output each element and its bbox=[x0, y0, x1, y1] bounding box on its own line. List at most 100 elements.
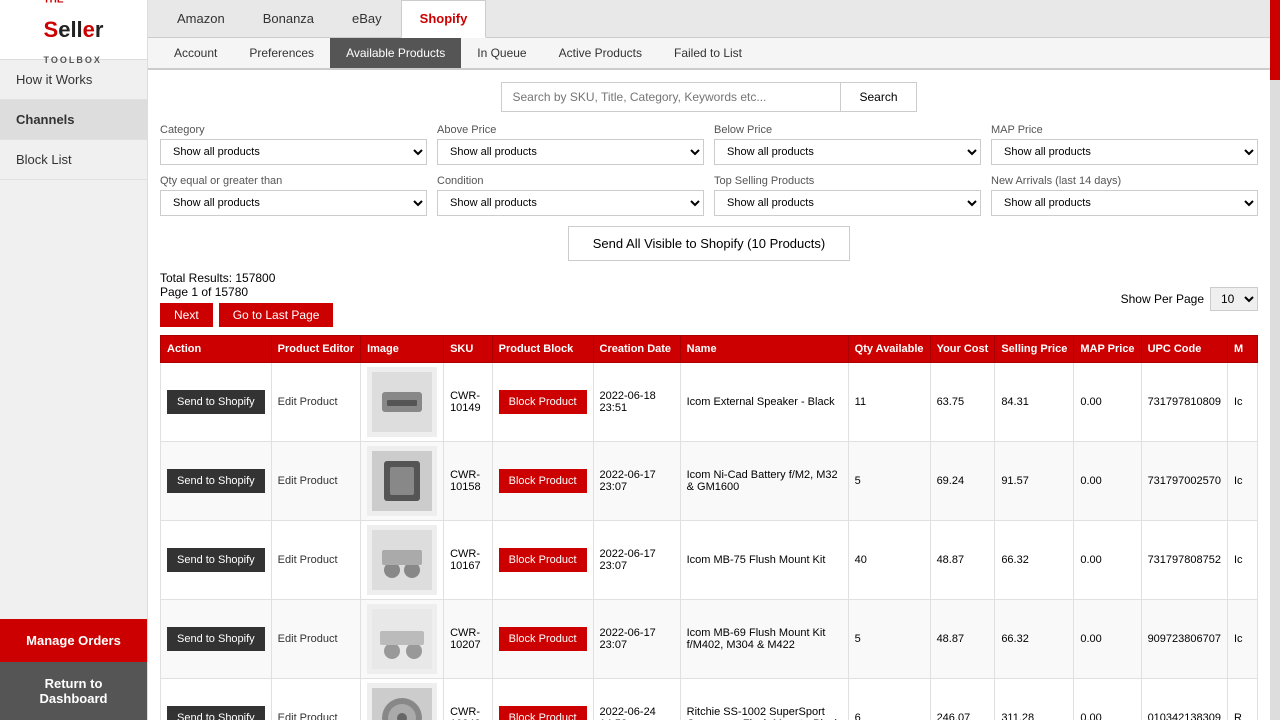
image-cell bbox=[361, 442, 444, 521]
block-cell: Block Product bbox=[492, 442, 593, 521]
sidebar-item-channels[interactable]: Channels bbox=[0, 100, 147, 140]
send-to-shopify-button[interactable]: Send to Shopify bbox=[167, 469, 265, 493]
selling-price-cell: 84.31 bbox=[995, 363, 1074, 442]
search-input[interactable] bbox=[501, 82, 841, 112]
block-product-button[interactable]: Block Product bbox=[499, 627, 587, 651]
filter-new-arrivals-select[interactable]: Show all products bbox=[991, 190, 1258, 216]
your-cost-cell: 69.24 bbox=[930, 442, 995, 521]
filter-map-price-select[interactable]: Show all products bbox=[991, 139, 1258, 165]
sku-cell: CWR-10158 bbox=[444, 442, 493, 521]
product-image bbox=[367, 683, 437, 720]
sub-tab-preferences[interactable]: Preferences bbox=[233, 38, 330, 68]
map-price-cell: 0.00 bbox=[1074, 600, 1141, 679]
tab-bonanza[interactable]: Bonanza bbox=[244, 0, 333, 37]
extra-cell: Ic bbox=[1228, 600, 1258, 679]
search-button[interactable]: Search bbox=[841, 82, 916, 112]
upc-code-cell: 909723806707 bbox=[1141, 600, 1227, 679]
sidebar-nav: How it Works Channels Block List bbox=[0, 60, 147, 619]
filter-top-selling-label: Top Selling Products bbox=[714, 175, 981, 187]
filter-above-price-select[interactable]: Show all products bbox=[437, 139, 704, 165]
map-price-cell: 0.00 bbox=[1074, 442, 1141, 521]
block-cell: Block Product bbox=[492, 363, 593, 442]
edit-product-link[interactable]: Edit Product bbox=[278, 712, 338, 720]
col-product-editor: Product Editor bbox=[271, 336, 360, 363]
table-header-row: Action Product Editor Image SKU Product … bbox=[161, 336, 1258, 363]
block-product-button[interactable]: Block Product bbox=[499, 706, 587, 720]
sidebar-item-block-list[interactable]: Block List bbox=[0, 140, 147, 180]
sub-tab-available-products[interactable]: Available Products bbox=[330, 38, 461, 68]
per-page-select[interactable]: 10 bbox=[1210, 287, 1258, 311]
table-row: Send to Shopify Edit Product CWR-10342 B… bbox=[161, 679, 1258, 720]
filter-category-label: Category bbox=[160, 124, 427, 136]
send-all-area: Send All Visible to Shopify (10 Products… bbox=[160, 226, 1258, 261]
creation-date-cell: 2022-06-17 23:07 bbox=[593, 442, 680, 521]
filter-qty-select[interactable]: Show all products bbox=[160, 190, 427, 216]
extra-cell: Ic bbox=[1228, 363, 1258, 442]
block-product-button[interactable]: Block Product bbox=[499, 390, 587, 414]
sub-tab-in-queue[interactable]: In Queue bbox=[461, 38, 542, 68]
your-cost-cell: 246.07 bbox=[930, 679, 995, 720]
creation-date-cell: 2022-06-17 23:07 bbox=[593, 600, 680, 679]
sub-tabs: Account Preferences Available Products I… bbox=[148, 38, 1270, 70]
sidebar: THE Seller TOOLBOX How it Works Channels… bbox=[0, 0, 148, 720]
edit-product-link[interactable]: Edit Product bbox=[278, 396, 338, 408]
send-to-shopify-button[interactable]: Send to Shopify bbox=[167, 390, 265, 414]
next-button[interactable]: Next bbox=[160, 303, 213, 327]
sku-cell: CWR-10207 bbox=[444, 600, 493, 679]
your-cost-cell: 48.87 bbox=[930, 521, 995, 600]
tab-amazon[interactable]: Amazon bbox=[158, 0, 244, 37]
col-map-price: MAP Price bbox=[1074, 336, 1141, 363]
scrollbar[interactable] bbox=[1270, 0, 1280, 720]
edit-product-link[interactable]: Edit Product bbox=[278, 475, 338, 487]
pagination-area: Total Results: 157800 Page 1 of 15780 Ne… bbox=[160, 271, 1258, 327]
creation-date-cell: 2022-06-24 14:53 bbox=[593, 679, 680, 720]
sidebar-item-how-it-works[interactable]: How it Works bbox=[0, 60, 147, 100]
map-price-cell: 0.00 bbox=[1074, 679, 1141, 720]
filter-top-selling-select[interactable]: Show all products bbox=[714, 190, 981, 216]
map-price-cell: 0.00 bbox=[1074, 521, 1141, 600]
editor-cell: Edit Product bbox=[271, 521, 360, 600]
map-price-cell: 0.00 bbox=[1074, 363, 1141, 442]
content-area: Search Category Show all products Above … bbox=[148, 70, 1270, 720]
filter-new-arrivals-label: New Arrivals (last 14 days) bbox=[991, 175, 1258, 187]
action-cell: Send to Shopify bbox=[161, 363, 272, 442]
sub-tab-failed-to-list[interactable]: Failed to List bbox=[658, 38, 758, 68]
name-cell: Icom MB-69 Flush Mount Kit f/M402, M304 … bbox=[680, 600, 848, 679]
return-to-dashboard-button[interactable]: Return to Dashboard bbox=[0, 662, 147, 720]
sub-tab-active-products[interactable]: Active Products bbox=[543, 38, 658, 68]
name-cell: Ritchie SS-1002 SuperSport Compass - Flu… bbox=[680, 679, 848, 720]
send-all-button[interactable]: Send All Visible to Shopify (10 Products… bbox=[568, 226, 850, 261]
block-product-button[interactable]: Block Product bbox=[499, 548, 587, 572]
block-product-button[interactable]: Block Product bbox=[499, 469, 587, 493]
page-info: Page 1 of 15780 bbox=[160, 285, 333, 299]
qty-cell: 6 bbox=[848, 679, 930, 720]
filter-map-price-label: MAP Price bbox=[991, 124, 1258, 136]
edit-product-link[interactable]: Edit Product bbox=[278, 633, 338, 645]
editor-cell: Edit Product bbox=[271, 600, 360, 679]
show-per-page: Show Per Page 10 bbox=[1121, 287, 1258, 311]
col-upc-code: UPC Code bbox=[1141, 336, 1227, 363]
col-m: M bbox=[1228, 336, 1258, 363]
sub-tab-account[interactable]: Account bbox=[158, 38, 233, 68]
table-row: Send to Shopify Edit Product CWR-10149 B… bbox=[161, 363, 1258, 442]
product-image bbox=[367, 604, 437, 674]
filter-category-select[interactable]: Show all products bbox=[160, 139, 427, 165]
tab-ebay[interactable]: eBay bbox=[333, 0, 401, 37]
qty-cell: 5 bbox=[848, 442, 930, 521]
product-image bbox=[367, 525, 437, 595]
filter-condition-select[interactable]: Show all products bbox=[437, 190, 704, 216]
send-to-shopify-button[interactable]: Send to Shopify bbox=[167, 548, 265, 572]
tab-shopify[interactable]: Shopify bbox=[401, 0, 487, 38]
last-page-button[interactable]: Go to Last Page bbox=[219, 303, 334, 327]
filter-below-price-select[interactable]: Show all products bbox=[714, 139, 981, 165]
manage-orders-button[interactable]: Manage Orders bbox=[0, 619, 147, 662]
send-to-shopify-button[interactable]: Send to Shopify bbox=[167, 627, 265, 651]
col-product-block: Product Block bbox=[492, 336, 593, 363]
send-to-shopify-button[interactable]: Send to Shopify bbox=[167, 706, 265, 720]
qty-cell: 11 bbox=[848, 363, 930, 442]
edit-product-link[interactable]: Edit Product bbox=[278, 554, 338, 566]
filter-category: Category Show all products bbox=[160, 124, 427, 165]
selling-price-cell: 66.32 bbox=[995, 600, 1074, 679]
filter-below-price: Below Price Show all products bbox=[714, 124, 981, 165]
sku-cell: CWR-10342 bbox=[444, 679, 493, 720]
